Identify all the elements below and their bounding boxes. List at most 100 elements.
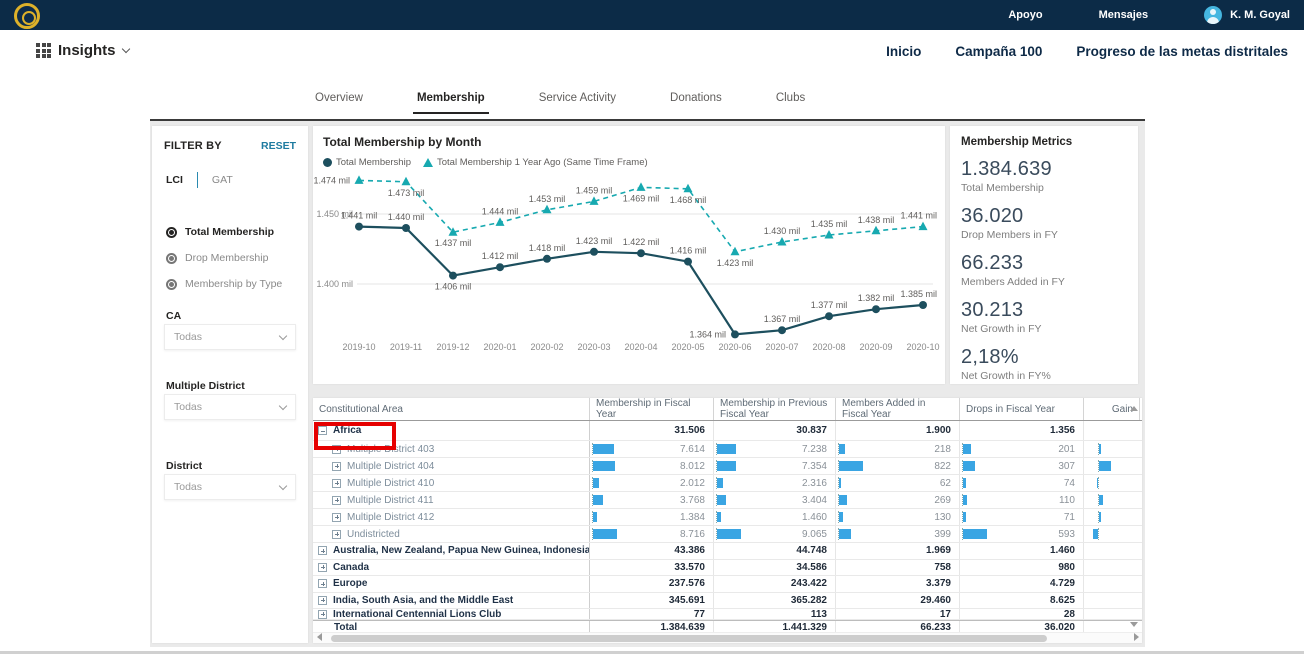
column-header[interactable]: Drops in Fiscal Year	[960, 398, 1084, 420]
column-header[interactable]: Membership in Fiscal Year	[590, 398, 714, 420]
column-header[interactable]: Membership in Previous Fiscal Year	[714, 398, 836, 420]
matrix-table: Constitutional Area Membership in Fiscal …	[313, 398, 1142, 643]
cell-value: 7.354	[801, 460, 827, 472]
collapse-icon[interactable]	[318, 426, 327, 435]
table-row[interactable]: Africa 31.506 30.837 1.900 1.356	[313, 421, 1142, 441]
svg-text:1.422 mil: 1.422 mil	[623, 237, 660, 247]
nav-progreso-metas[interactable]: Progreso de las metas distritales	[1076, 44, 1288, 59]
tab-donations[interactable]: Donations	[670, 92, 722, 114]
radio-membership-by-type[interactable]: Membership by Type	[166, 278, 282, 290]
table-row[interactable]: Undistricted 8.716 9.065 399 593	[313, 526, 1142, 543]
report-canvas: FILTER BY RESET LCI GAT Total Membership…	[150, 119, 1145, 647]
table-row[interactable]: Canada 33.570 34.586 758 980	[313, 559, 1142, 576]
multiple-district-label: Multiple District	[166, 380, 245, 392]
cell-value: 4.729	[1049, 578, 1075, 590]
svg-text:1.385 mil: 1.385 mil	[900, 289, 937, 299]
nav-inicio[interactable]: Inicio	[886, 44, 921, 59]
table-row[interactable]: Australia, New Zealand, Papua New Guinea…	[313, 543, 1142, 560]
metrics-list: 1.384.639 Total Membership 36.020 Drop Memb…	[961, 158, 1130, 393]
membership-metrics-card: Membership Metrics 1.384.639 Total Member…	[950, 126, 1138, 384]
expand-icon[interactable]	[318, 609, 327, 619]
multiple-district-dropdown[interactable]: Todas	[164, 394, 296, 420]
svg-text:2020-05: 2020-05	[671, 342, 704, 352]
expand-icon[interactable]	[332, 444, 341, 454]
metric-value: 30.213	[961, 299, 1024, 321]
data-bar	[963, 444, 972, 454]
main-nav: Inicio Campaña 100 Progreso de las metas…	[886, 44, 1288, 59]
table-row[interactable]: Multiple District 410 2.012 2.316 62 74	[313, 475, 1142, 492]
table-row[interactable]: Europe 237.576 243.422 3.379 4.729	[313, 576, 1142, 593]
tab-clubs[interactable]: Clubs	[776, 92, 805, 114]
svg-text:1.441 mil: 1.441 mil	[900, 211, 937, 221]
scroll-down-arrow[interactable]	[1130, 622, 1138, 627]
top-navbar: Apoyo Mensajes K. M. Goyal	[0, 0, 1304, 30]
data-bar	[593, 512, 597, 522]
data-bar	[717, 529, 741, 539]
cell-value: 758	[934, 561, 951, 573]
radio-drop-membership[interactable]: Drop Membership	[166, 252, 268, 264]
chevron-down-icon	[278, 401, 288, 410]
table-row[interactable]: Multiple District 404 8.012 7.354 822 307	[313, 458, 1142, 475]
column-header[interactable]: Members Added in Fiscal Year	[836, 398, 960, 420]
svg-text:1.469 mil: 1.469 mil	[623, 193, 660, 203]
expand-icon[interactable]	[332, 461, 341, 471]
data-bar	[717, 478, 724, 488]
metric-item: 1.384.639 Total Membership	[961, 158, 1130, 194]
mensajes-link[interactable]: Mensajes	[1099, 9, 1149, 21]
district-dropdown[interactable]: Todas	[164, 474, 296, 500]
radio-icon	[166, 278, 177, 290]
filter-by-label: FILTER BY	[164, 140, 222, 152]
column-header[interactable]: Constitutional Area	[313, 398, 590, 420]
metric-label: Net Growth in FY%	[961, 370, 1051, 382]
expand-icon[interactable]	[332, 495, 341, 505]
metric-label: Net Growth in FY	[961, 323, 1042, 335]
horizontal-scrollbar[interactable]	[313, 632, 1142, 643]
radio-total-membership[interactable]: Total Membership	[166, 226, 274, 238]
table-row[interactable]: India, South Asia, and the Middle East 34…	[313, 592, 1142, 609]
expand-icon[interactable]	[332, 478, 341, 488]
apoyo-link[interactable]: Apoyo	[1008, 9, 1042, 21]
scroll-up-arrow[interactable]	[1130, 406, 1138, 411]
data-bar	[963, 495, 968, 505]
data-bar	[593, 444, 614, 454]
tab-overview[interactable]: Overview	[315, 92, 363, 114]
nav-campana-100[interactable]: Campaña 100	[955, 44, 1042, 59]
expand-icon[interactable]	[318, 546, 327, 556]
cell-value: 110	[1059, 494, 1075, 506]
expand-icon[interactable]	[332, 512, 341, 522]
cell-value: 218	[934, 443, 951, 455]
expand-icon[interactable]	[318, 579, 327, 589]
expand-icon[interactable]	[318, 562, 327, 572]
filter-panel: FILTER BY RESET LCI GAT Total Membership…	[152, 126, 308, 643]
cell-value: 1.356	[1049, 425, 1075, 436]
tab-membership[interactable]: Membership	[412, 92, 489, 114]
legend-total-membership[interactable]: Total Membership	[323, 157, 411, 168]
table-row[interactable]: Multiple District 412 1.384 1.460 130 71	[313, 509, 1142, 526]
lci-toggle[interactable]: LCI	[166, 174, 183, 186]
reset-button[interactable]: RESET	[261, 140, 296, 152]
svg-text:1.412 mil: 1.412 mil	[482, 251, 519, 261]
scrollbar-thumb[interactable]	[331, 635, 1047, 642]
app-title: Insights	[58, 42, 116, 59]
table-row[interactable]: Multiple District 403 7.614 7.238 218 201	[313, 441, 1142, 458]
cell-value: 31.506	[674, 425, 705, 436]
cell-value: 243.422	[790, 578, 827, 590]
svg-text:2019-10: 2019-10	[342, 342, 375, 352]
table-row[interactable]: Multiple District 411 3.768 3.404 269 110	[313, 492, 1142, 509]
svg-text:2020-07: 2020-07	[765, 342, 798, 352]
gat-toggle[interactable]: GAT	[212, 174, 233, 186]
legend-total-membership-1yr[interactable]: Total Membership 1 Year Ago (Same Time F…	[422, 157, 648, 168]
user-menu[interactable]: K. M. Goyal	[1204, 6, 1290, 24]
expand-icon[interactable]	[318, 595, 327, 605]
cell-value: 365.282	[790, 594, 827, 606]
scroll-left-arrow[interactable]	[317, 633, 322, 641]
data-bar	[963, 512, 966, 522]
ca-dropdown[interactable]: Todas	[164, 324, 296, 350]
expand-icon[interactable]	[332, 529, 341, 539]
table-row[interactable]: International Centennial Lions Club 77 113…	[313, 609, 1142, 620]
svg-text:1.437 mil: 1.437 mil	[435, 238, 472, 248]
cell-value: 1.900	[925, 425, 951, 436]
insights-menu[interactable]: Insights	[36, 42, 130, 59]
scroll-right-arrow[interactable]	[1134, 633, 1139, 641]
tab-service-activity[interactable]: Service Activity	[539, 92, 616, 114]
